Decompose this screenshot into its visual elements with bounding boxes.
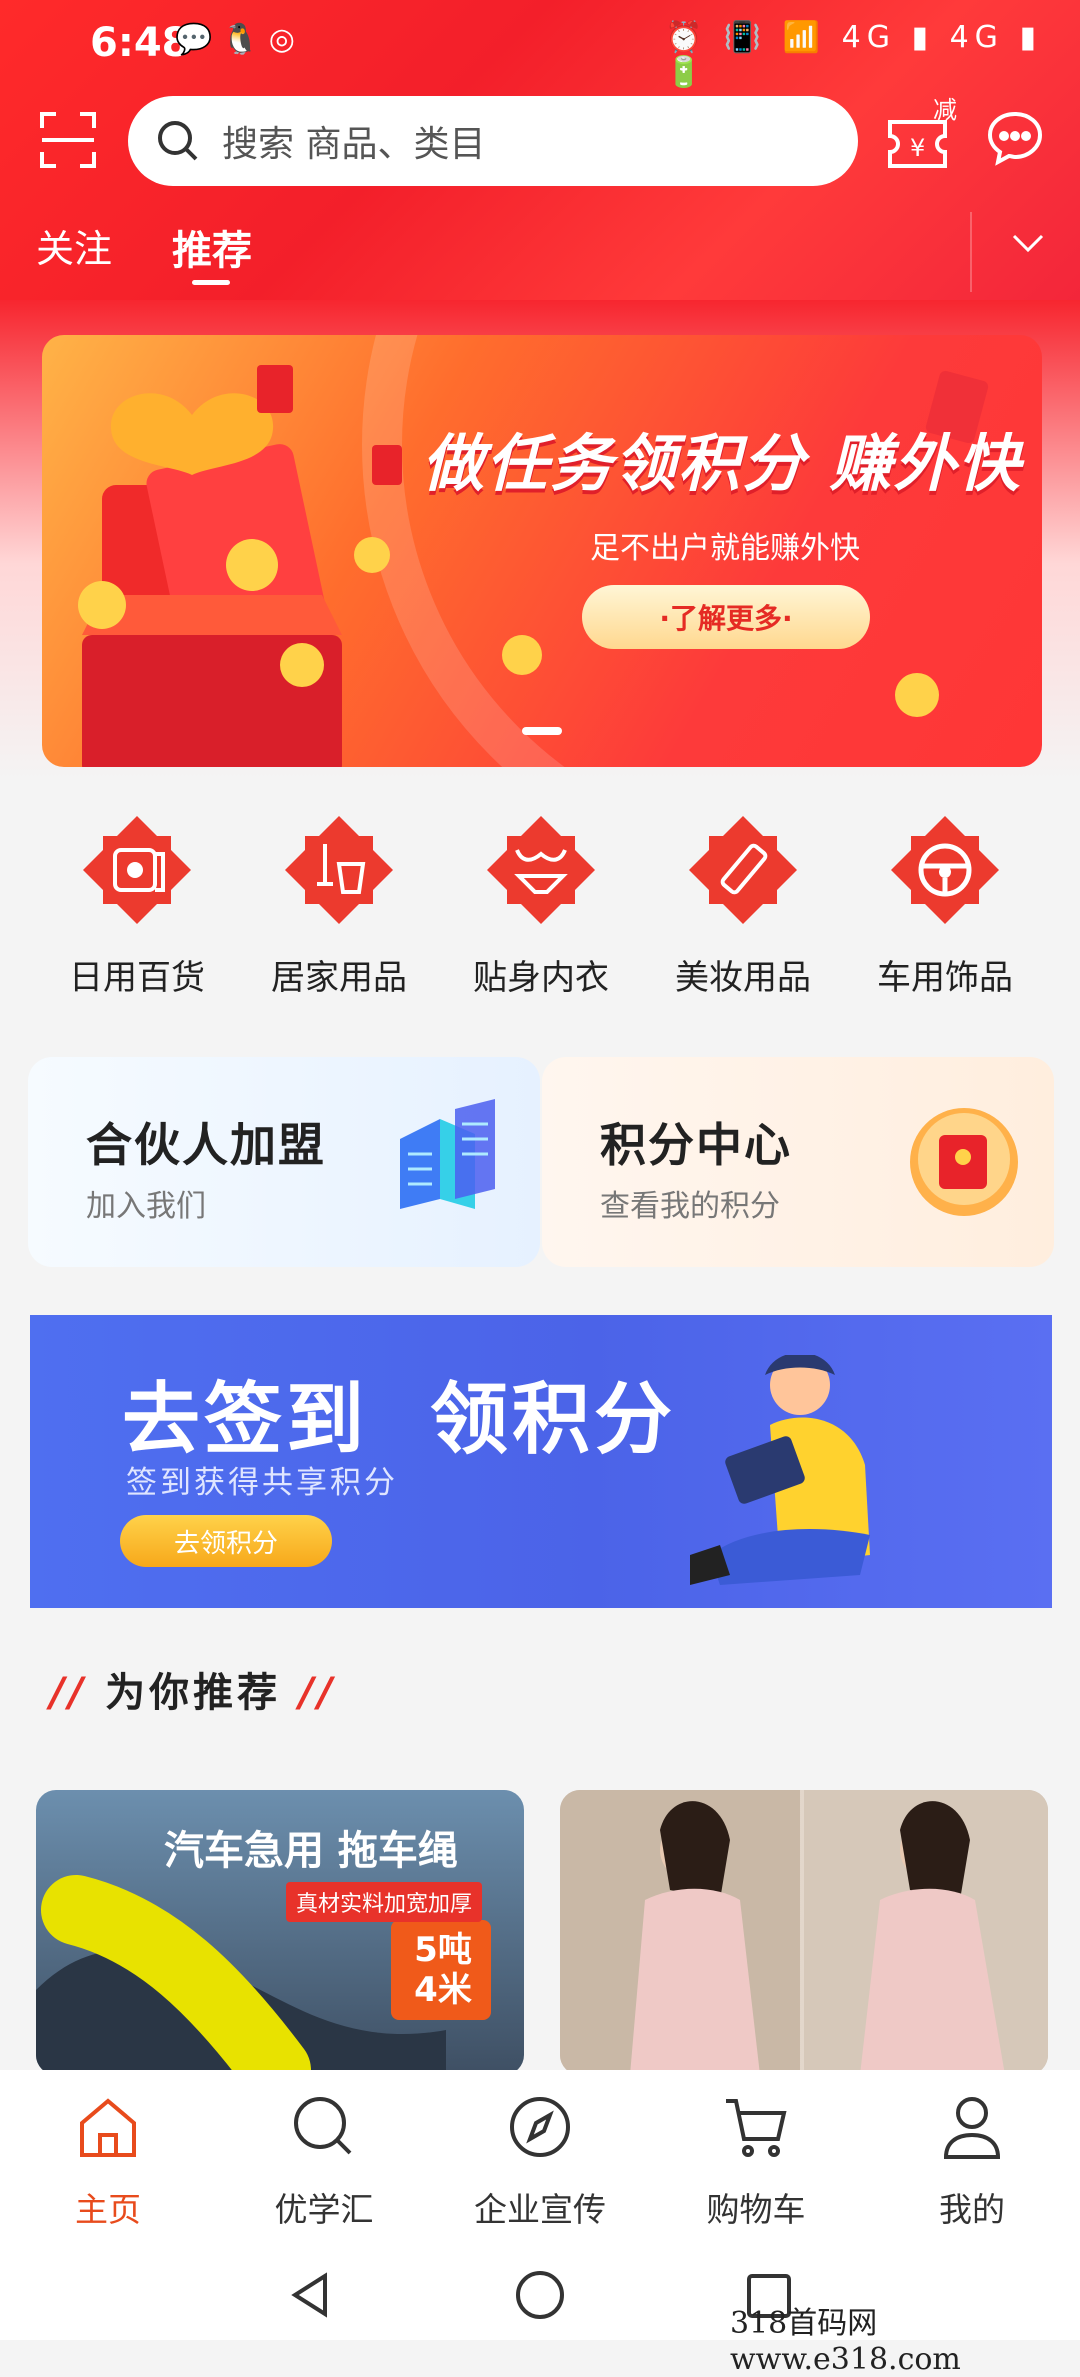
category-home-goods[interactable]: 居家用品	[264, 810, 414, 1010]
back-icon[interactable]	[285, 2270, 335, 2320]
status-bar: 6:48 💬 🐧 ◎ ⏰ 📳 📶 4G ▮ 4G ▮ 🔋	[0, 0, 1080, 90]
sign-in-subtitle: 签到获得共享积分	[126, 1465, 398, 1501]
product-card-robe[interactable]	[560, 1790, 1048, 2075]
lipstick-icon	[689, 816, 797, 924]
nav-cart[interactable]: 购物车	[666, 2085, 846, 2245]
category-car-accessories[interactable]: 车用饰品	[870, 810, 1020, 1010]
tissue-roll-icon	[83, 816, 191, 924]
partner-card-title: 合伙人加盟	[86, 1118, 326, 1172]
search-icon	[158, 121, 198, 161]
nav-company-label: 企业宣传	[474, 2190, 606, 2229]
decor-slashes-left: //	[50, 1670, 88, 1716]
nav-profile[interactable]: 我的	[882, 2085, 1062, 2245]
scan-icon[interactable]	[40, 112, 96, 168]
category-label: 居家用品	[271, 958, 407, 998]
search-placeholder: 搜索 商品、类目	[222, 124, 486, 165]
product-tag: 真材实料加宽加厚	[286, 1882, 483, 1922]
svg-text:¥: ¥	[910, 134, 925, 162]
home-icon	[80, 2098, 136, 2157]
tab-active-indicator	[192, 280, 230, 285]
person-with-tablet-illustration	[690, 1355, 870, 1585]
message-icon[interactable]	[985, 108, 1045, 168]
category-daily-goods[interactable]: 日用百货	[62, 810, 212, 1010]
nav-cart-label: 购物车	[706, 2190, 806, 2229]
mop-bucket-icon	[285, 816, 393, 924]
product-card-tow-rope[interactable]: 汽车急用 拖车绳 真材实料加宽加厚 5吨 4米	[36, 1790, 524, 2075]
search-circle-icon	[294, 2097, 352, 2155]
recommend-title: 为你推荐	[105, 1670, 282, 1716]
user-icon	[943, 2097, 1001, 2159]
decor-slashes-right: //	[299, 1670, 337, 1716]
nav-home[interactable]: 主页	[18, 2085, 198, 2245]
cart-icon	[726, 2099, 787, 2157]
gift-box-illustration	[78, 335, 1042, 767]
category-underwear[interactable]: 贴身内衣	[466, 810, 616, 1010]
nav-profile-label: 我的	[939, 2190, 1005, 2229]
banner-headline: 做任务领积分 赚外快	[422, 427, 1022, 500]
red-envelope-sphere-icon	[910, 1108, 1018, 1216]
steering-wheel-icon	[891, 816, 999, 924]
nav-learning[interactable]: 优学汇	[234, 2085, 414, 2245]
partner-card-subtitle: 加入我们	[86, 1189, 206, 1224]
feed-tabs: 关注 推荐	[0, 210, 1080, 290]
search-bar[interactable]: 搜索 商品、类目	[128, 96, 858, 186]
category-label: 车用饰品	[877, 958, 1013, 998]
claim-points-button[interactable]: 去领积分	[120, 1515, 332, 1567]
status-notification-icons: 💬 🐧 ◎	[175, 22, 295, 57]
points-center-card[interactable]: 积分中心 查看我的积分	[542, 1057, 1054, 1267]
nav-learning-label: 优学汇	[274, 2190, 374, 2229]
product-title: 汽车急用 拖车绳	[164, 1828, 458, 1874]
coupon-badge: 减	[933, 96, 957, 124]
category-label: 日用百货	[69, 958, 205, 998]
recommend-heading: // 为你推荐 //	[50, 1660, 336, 1718]
product-spec: 5吨 4米	[414, 1930, 472, 2010]
watermark-text: 318首码网 www.e318.com	[730, 2306, 961, 2377]
banner-page-indicator	[522, 727, 562, 735]
points-card-title: 积分中心	[600, 1118, 792, 1172]
tab-follow[interactable]: 关注	[36, 218, 112, 273]
chevron-down-icon[interactable]	[1008, 222, 1048, 262]
banner-subtitle: 足不出户就能赚外快	[590, 531, 860, 566]
category-label: 美妆用品	[675, 958, 811, 998]
bottom-nav: 主页 优学汇 企业宣传 购物车 我的	[0, 2070, 1080, 2250]
nav-home-label: 主页	[75, 2190, 141, 2229]
points-card-subtitle: 查看我的积分	[600, 1189, 780, 1224]
promo-banner[interactable]: 做任务领积分 赚外快 足不出户就能赚外快 ·了解更多·	[42, 335, 1042, 767]
status-system-icons: ⏰ 📳 📶 4G ▮ 4G ▮ 🔋	[665, 20, 1042, 90]
learn-more-button[interactable]: ·了解更多·	[582, 585, 870, 649]
buildings-icon	[400, 1099, 495, 1209]
nav-company[interactable]: 企业宣传	[450, 2085, 630, 2245]
partner-card[interactable]: 合伙人加盟 加入我们	[28, 1057, 540, 1267]
pajama-model-image	[560, 1790, 1048, 2075]
earn-points-title: 领积分	[430, 1375, 677, 1465]
category-label: 贴身内衣	[473, 958, 609, 998]
category-cosmetics[interactable]: 美妆用品	[668, 810, 818, 1010]
tab-divider	[970, 212, 972, 292]
tab-recommend[interactable]: 推荐	[172, 218, 252, 276]
sign-in-title: 去签到	[122, 1375, 369, 1465]
sign-in-banner[interactable]: 去签到 领积分 签到获得共享积分 去领积分	[30, 1315, 1052, 1608]
home-button-icon[interactable]	[515, 2270, 565, 2320]
compass-icon	[510, 2097, 570, 2157]
lingerie-icon	[487, 816, 595, 924]
